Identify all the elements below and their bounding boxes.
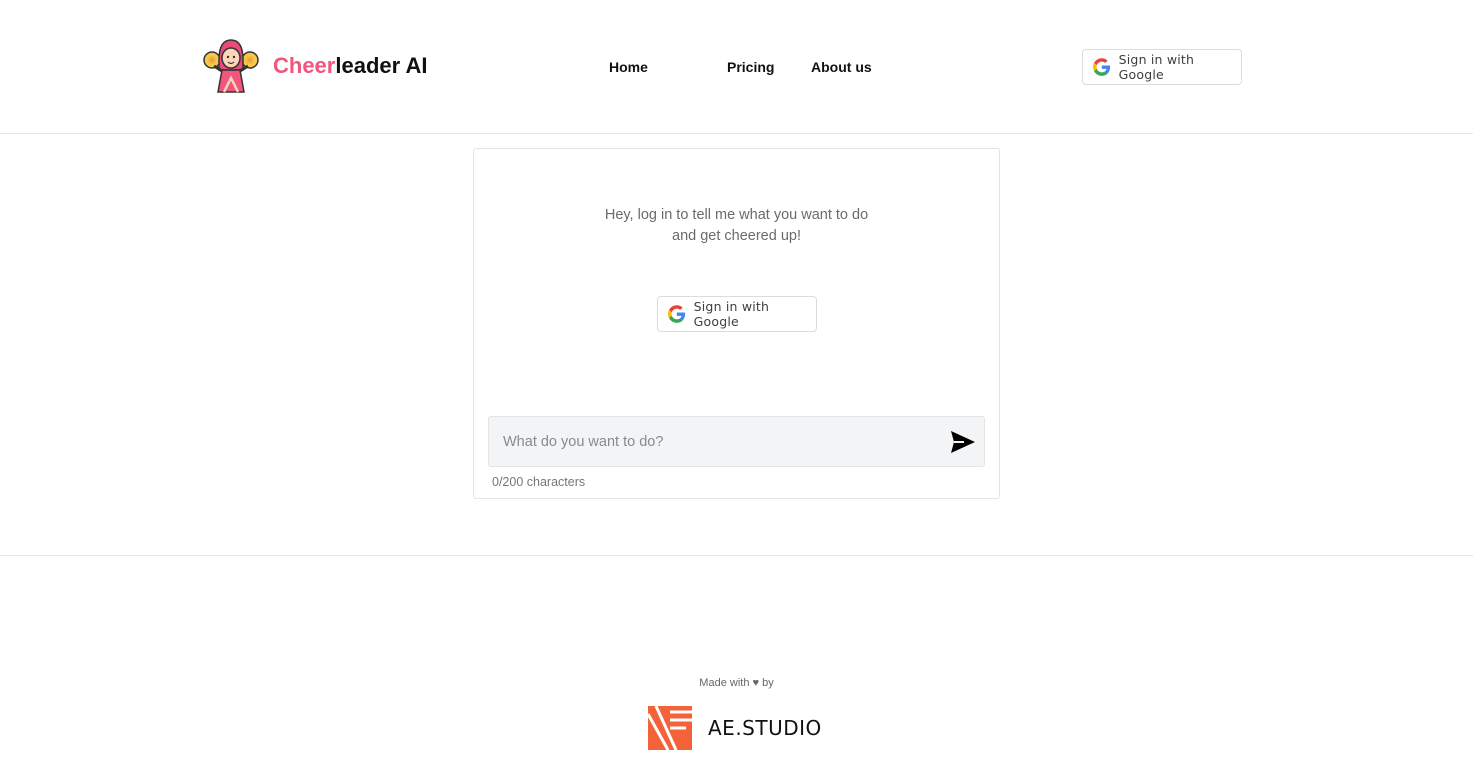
task-input[interactable] [489, 417, 939, 466]
send-arrow-icon[interactable] [950, 429, 976, 455]
nav-about-us[interactable]: About us [811, 59, 872, 75]
ae-studio-link[interactable]: AE.STUDIO [648, 706, 822, 750]
brand-name-leader: leader AI [335, 53, 428, 78]
google-g-icon [1093, 58, 1111, 76]
made-with-text: Made with ♥ by [699, 677, 774, 689]
google-g-icon [668, 305, 686, 323]
login-prompt-line1: Hey, log in to tell me what you want to … [604, 207, 869, 223]
brand[interactable]: Cheerleader AI [202, 38, 427, 94]
login-prompt-message: Hey, log in to tell me what you want to … [474, 205, 999, 247]
character-counter: 0/200 characters [492, 475, 586, 489]
top-header: Cheerleader AI Home Pricing About us Sig… [0, 0, 1473, 134]
brand-name-cheer: Cheer [273, 53, 336, 78]
ae-studio-wordmark: AE.STUDIO [708, 716, 822, 740]
card-google-signin-label: Sign in with Google [693, 299, 770, 329]
footer-divider [0, 555, 1473, 556]
brand-name: Cheerleader AI [273, 53, 427, 79]
nav-home[interactable]: Home [609, 59, 648, 75]
login-prompt-line2: and get cheered up! [672, 228, 801, 244]
header-google-signin-button[interactable]: Sign in with Google [1082, 49, 1242, 85]
header-google-signin-label: Sign in with Google [1118, 52, 1195, 82]
chat-card: Hey, log in to tell me what you want to … [473, 148, 1000, 499]
cheerleader-icon [203, 39, 259, 93]
task-input-box [488, 416, 985, 467]
nav-pricing[interactable]: Pricing [727, 59, 774, 75]
ae-studio-logo [648, 706, 692, 750]
card-google-signin-button[interactable]: Sign in with Google [657, 296, 817, 332]
